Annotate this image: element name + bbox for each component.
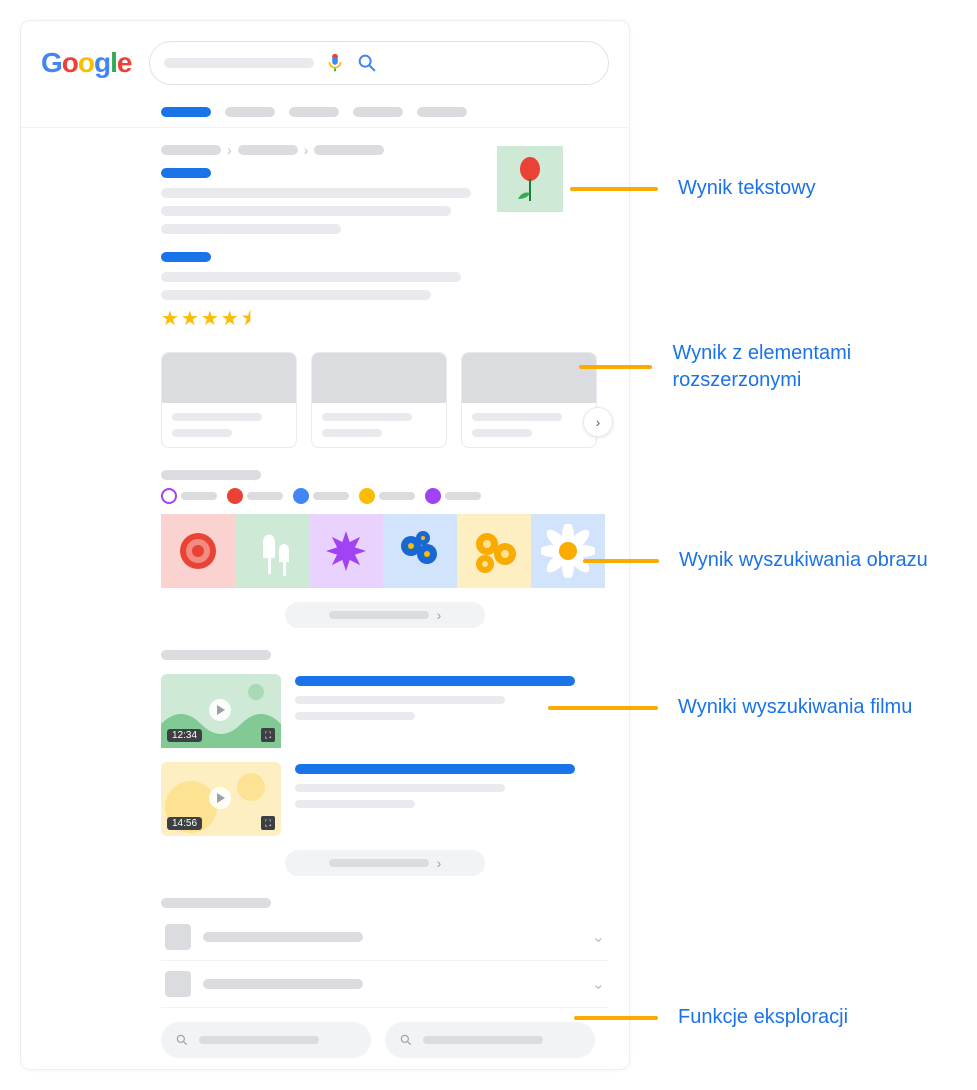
accordion-item[interactable]: ⌄	[161, 961, 609, 1008]
accordion-block: ⌄ ⌄	[161, 898, 609, 1008]
image-result-strip	[161, 514, 609, 588]
image-result[interactable]	[383, 514, 457, 588]
search-icon	[399, 1033, 413, 1047]
result-title-link[interactable]	[161, 252, 211, 262]
rich-card[interactable]	[161, 352, 297, 448]
accordion-item[interactable]: ⌄	[161, 914, 609, 961]
more-images-button[interactable]: ›	[285, 602, 485, 628]
google-logo: Google	[41, 47, 131, 79]
result-title-link[interactable]	[161, 168, 211, 178]
carousel-next-button[interactable]: ›	[583, 407, 613, 437]
exploration-chip[interactable]	[161, 1022, 371, 1058]
fullscreen-icon: ⛶	[261, 816, 275, 830]
result-thumbnail-tulip	[497, 146, 563, 212]
image-result[interactable]	[161, 514, 235, 588]
tab-3[interactable]	[289, 107, 339, 117]
annotation-text-result: Wynik tekstowy	[570, 175, 816, 202]
exploration-block	[161, 1022, 609, 1070]
image-result[interactable]	[309, 514, 383, 588]
text-result-block: › › ★★★★⯨	[161, 142, 609, 338]
rating-stars: ★★★★⯨	[161, 304, 609, 338]
rich-card[interactable]	[311, 352, 447, 448]
annotation-rich-result: Wynik z elementami rozszerzonymi	[579, 340, 960, 394]
video-results-block: 12:34 ⛶ 14:56 ⛶	[161, 650, 609, 876]
search-icon	[175, 1033, 189, 1047]
tab-5[interactable]	[417, 107, 467, 117]
exploration-chip[interactable]	[385, 1022, 595, 1058]
video-duration: 12:34	[167, 729, 202, 742]
rich-card[interactable]	[461, 352, 597, 448]
play-icon	[209, 699, 231, 721]
search-input[interactable]	[149, 41, 609, 85]
more-videos-button[interactable]: ›	[285, 850, 485, 876]
chevron-down-icon: ⌄	[592, 974, 605, 994]
tab-all[interactable]	[161, 107, 211, 117]
annotation-image-result: Wynik wyszukiwania obrazu	[583, 547, 928, 574]
search-placeholder	[164, 58, 314, 68]
rich-results-carousel: ›	[161, 352, 609, 448]
play-icon	[209, 787, 231, 809]
serp-mock-frame: Google	[20, 20, 630, 1070]
tab-2[interactable]	[225, 107, 275, 117]
annotation-video-result: Wyniki wyszukiwania filmu	[548, 694, 912, 721]
video-result[interactable]: 12:34 ⛶	[161, 674, 609, 748]
annotation-explore: Funkcje eksploracji	[574, 1004, 848, 1031]
search-icon[interactable]	[356, 52, 378, 74]
chevron-down-icon: ⌄	[592, 927, 605, 947]
image-result[interactable]	[235, 514, 309, 588]
video-duration: 14:56	[167, 817, 202, 830]
video-result[interactable]: 14:56 ⛶	[161, 762, 609, 836]
tab-4[interactable]	[353, 107, 403, 117]
fullscreen-icon: ⛶	[261, 728, 275, 742]
image-results-block: ›	[161, 470, 609, 628]
image-result[interactable]	[457, 514, 531, 588]
search-tabs	[21, 89, 629, 127]
mic-icon[interactable]	[324, 52, 346, 74]
